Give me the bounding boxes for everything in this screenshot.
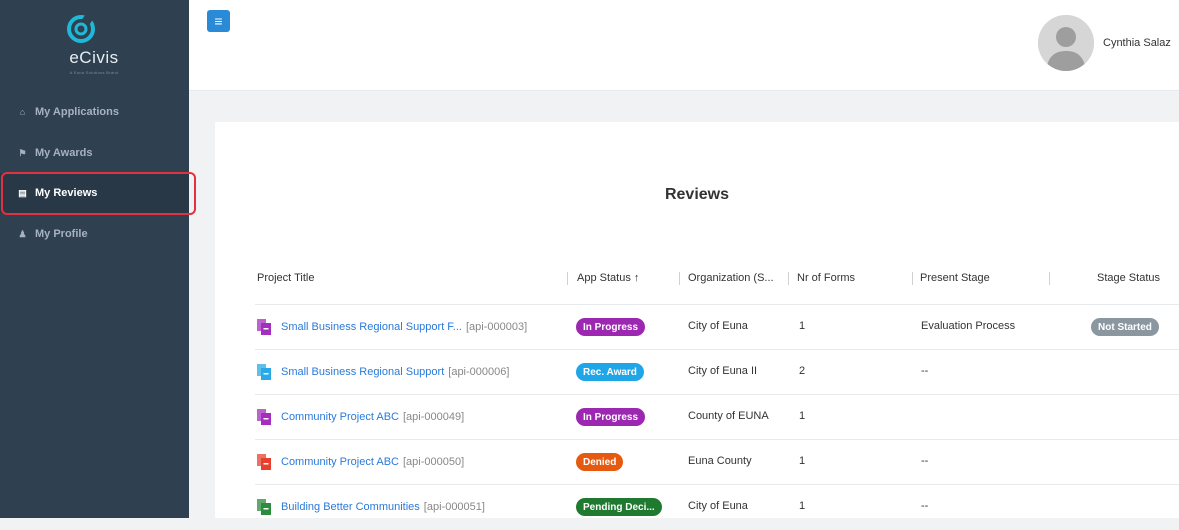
app-status-badge: In Progress [576,318,646,336]
organization-cell: County of EUNA [688,410,769,422]
sidebar-item-label: My Profile [35,228,88,240]
ecivis-logo-icon [67,14,95,43]
column-header-5[interactable]: Stage Status [1097,272,1160,284]
document-icon [257,454,271,470]
table-row: Building Better Communities [api-000051] P… [255,484,1179,530]
column-separator [1049,272,1050,285]
document-icon [257,364,271,380]
project-code: [api-000006] [448,366,510,378]
brand-tagline: A Euna Solutions Brand [69,70,119,75]
user-name[interactable]: Cynthia Salaz [1103,37,1171,49]
column-separator [788,272,789,285]
column-header-4[interactable]: Present Stage [920,272,990,284]
project-code: [api-000003] [465,321,528,333]
sidebar-item-my-applications[interactable]: ⌂ My Applications [0,92,189,132]
forms-count-cell: 2 [799,365,806,377]
sidebar-item-label: My Applications [35,106,119,118]
column-header-3[interactable]: Nr of Forms [797,272,855,284]
document-icon [257,319,271,335]
user-silhouette-icon [1038,15,1094,71]
stage-status-badge: Not Started [1091,318,1159,336]
highlight-box [1,172,196,215]
project-title-cell: Building Better Communities [api-000051] [257,499,485,515]
column-separator [567,272,568,285]
forms-count-cell: 1 [799,410,806,422]
document-icon [257,499,271,515]
project-title-link[interactable]: Community Project ABC [281,456,399,468]
organization-cell: City of Euna [688,320,748,332]
topbar: ≡ Cynthia Salaz [189,0,1179,91]
organization-cell: Euna County [688,455,752,467]
present-stage-cell: Evaluation Process [921,320,1016,332]
avatar[interactable] [1038,15,1094,71]
sidebar-item-label: My Awards [35,147,93,159]
sidebar-item-my-profile[interactable]: ♟ My Profile [0,214,189,254]
organization-cell: City of Euna [688,500,748,512]
page-title: Reviews [664,186,730,203]
project-code: [api-000050] [402,456,465,468]
app-status-badge: Rec. Award [576,363,644,381]
present-stage-cell: -- [921,365,929,377]
app-status-badge: Denied [576,453,624,471]
table-row: Community Project ABC [api-000049] In Prog… [255,394,1179,440]
column-header-2[interactable]: Organization (S... [688,272,774,284]
project-title-cell: Small Business Regional Support F... [api… [257,319,527,335]
project-title-link[interactable]: Small Business Regional Support F... [281,321,462,333]
project-code: [api-000051] [423,501,485,513]
table-row: Small Business Regional Support F... [api… [255,304,1179,350]
sidebar-item-my-awards[interactable]: ⚑ My Awards [0,133,189,173]
hamburger-icon: ≡ [214,13,223,29]
user-icon: ♟ [18,228,27,239]
table-row: Small Business Regional Support [api-0000… [255,349,1179,395]
present-stage-cell: -- [921,500,929,512]
column-header-1[interactable]: App Status ↑ [577,272,639,284]
forms-count-cell: 1 [799,320,806,332]
column-header-0[interactable]: Project Title [257,272,314,284]
project-title-link[interactable]: Community Project ABC [281,411,399,423]
present-stage-cell: -- [921,455,929,467]
organization-cell: City of Euna II [688,365,758,377]
project-title-link[interactable]: Small Business Regional Support [281,366,444,378]
project-title-cell: Small Business Regional Support [api-0000… [257,364,509,380]
brand-logo[interactable]: eCivis A Euna Solutions Brand [0,0,189,90]
project-code: [api-000049] [402,411,465,423]
table-row: Community Project ABC [api-000050] Denied E… [255,439,1179,485]
project-title-cell: Community Project ABC [api-000049] [257,409,464,425]
project-title-link[interactable]: Building Better Communities [281,501,420,513]
home-icon: ⌂ [19,107,26,117]
trophy-icon: ⚑ [18,147,27,158]
document-icon [257,409,271,425]
column-separator [679,272,680,285]
forms-count-cell: 1 [799,500,806,512]
reviews-panel: Reviews Project Title App Status ↑ Organiz… [215,122,1179,518]
column-separator [912,272,913,285]
forms-count-cell: 1 [799,455,806,467]
app-status-badge: In Progress [576,408,646,426]
sidebar: eCivis A Euna Solutions Brand ⌂ My Applic… [0,0,196,518]
project-title-cell: Community Project ABC [api-000050] [257,454,464,470]
brand-name: eCivis [69,48,119,67]
app-status-badge: Pending Deci... [576,498,662,516]
menu-toggle-button[interactable]: ≡ [207,10,230,32]
